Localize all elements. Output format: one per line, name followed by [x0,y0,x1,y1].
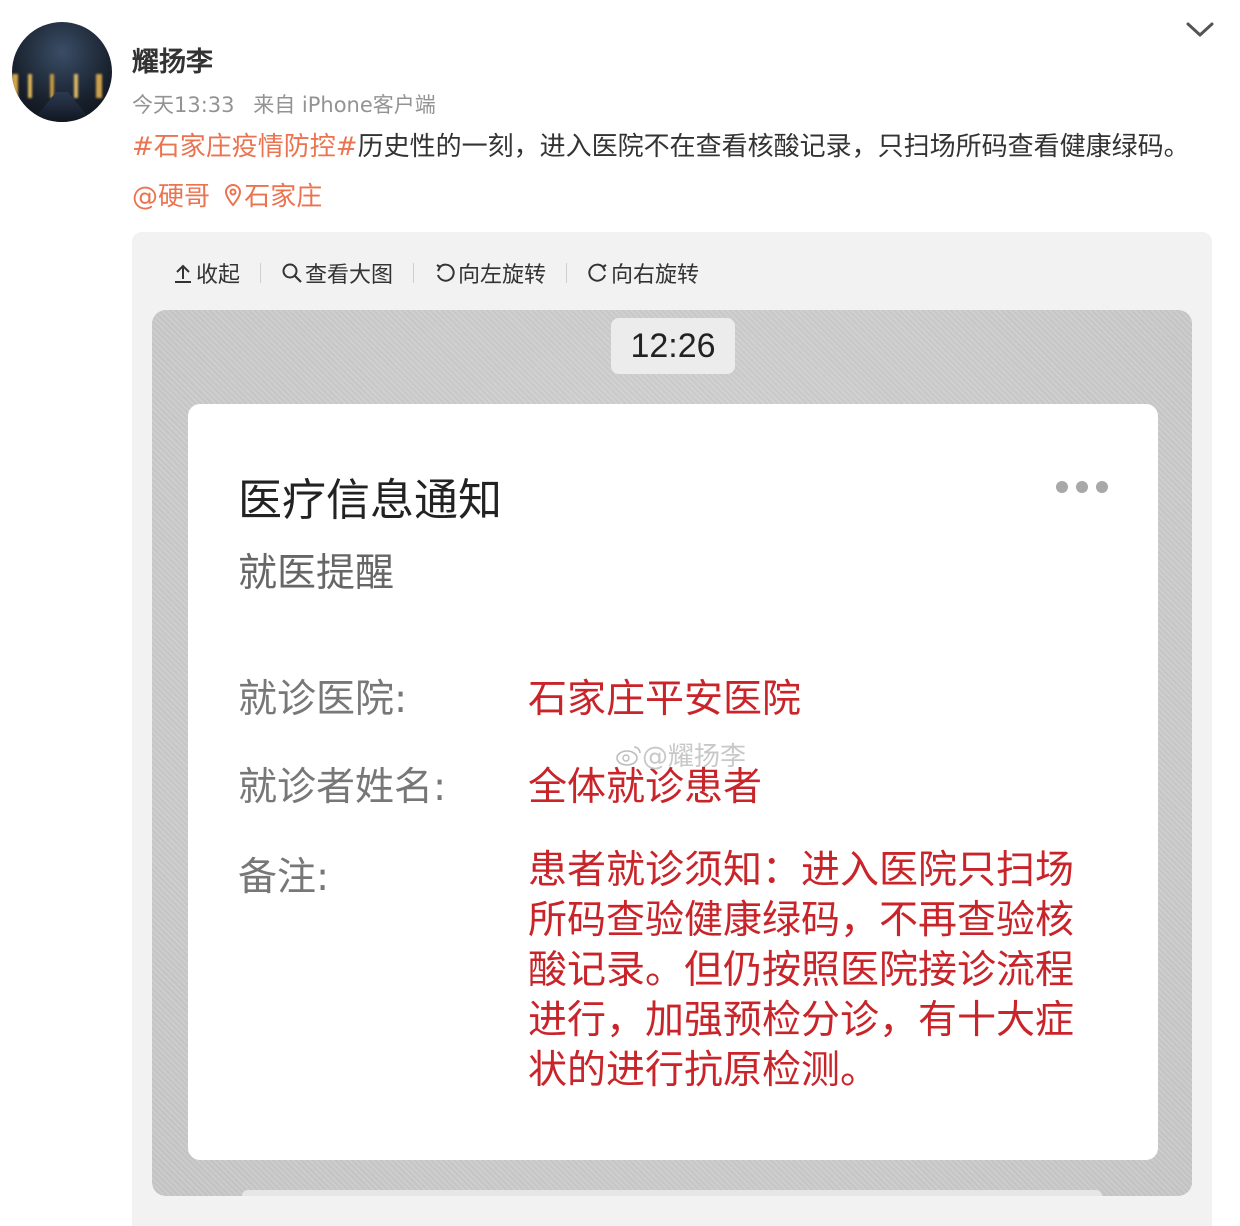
avatar[interactable] [12,22,112,122]
view-large-button[interactable]: 查看大图 [281,257,393,289]
patient-label: 就诊者姓名: [238,765,447,810]
toolbar-divider [260,263,262,283]
location-link[interactable]: 石家庄 [218,182,322,212]
chevron-down-icon[interactable] [1184,16,1216,44]
hospital-label: 就诊医院: [238,677,408,722]
image-watermark: @耀扬李 [616,736,746,773]
post-meta: 今天13:33 来自 iPhone客户端 [132,89,436,119]
mention-link[interactable]: @硬哥 [132,182,210,212]
collapse-button[interactable]: 收起 [172,257,240,289]
rotate-left-label: 向左旋转 [458,263,547,288]
username[interactable]: 耀扬李 [132,40,213,79]
next-message-edge [242,1190,1102,1196]
view-large-label: 查看大图 [305,263,394,288]
more-dots-icon [1056,481,1108,493]
post-source: 来自 iPhone客户端 [253,93,436,117]
search-icon [282,263,302,283]
post-time[interactable]: 今天13:33 [132,93,235,117]
rotate-left-button[interactable]: 向左旋转 [434,257,546,289]
weibo-icon [616,745,641,766]
collapse-up-icon [175,264,191,283]
notice-title: 医疗信息通知 [238,475,502,526]
post-body: 历史性的一刻，进入医院不在查看核酸记录，只扫场所码查看健康绿码。 [357,132,1190,162]
notice-card: 医疗信息通知 就医提醒 就诊医院: 石家庄平安医院 就诊者姓名: 全体就诊患者 … [188,404,1158,1160]
collapse-label: 收起 [196,263,241,288]
media-card: 收起 查看大图 向左旋转 向右旋转 12:26 医疗信息通知 就医提醒 就诊医院… [132,232,1212,1226]
image-toolbar: 收起 查看大图 向左旋转 向右旋转 [172,256,699,290]
watermark-text: @耀扬李 [642,742,747,772]
rotate-right-button[interactable]: 向右旋转 [587,257,699,289]
post-image[interactable]: 12:26 医疗信息通知 就医提醒 就诊医院: 石家庄平安医院 就诊者姓名: 全… [152,310,1192,1196]
rotate-right-icon [588,263,607,282]
hashtag-link[interactable]: #石家庄疫情防控# [132,132,358,162]
chat-timestamp: 12:26 [611,318,735,374]
location-label: 石家庄 [244,182,323,212]
notice-subtitle: 就医提醒 [238,551,395,596]
rotate-right-label: 向右旋转 [611,263,700,288]
post-text: #石家庄疫情防控#历史性的一刻，进入医院不在查看核酸记录，只扫场所码查看健康绿码… [132,122,1212,222]
toolbar-divider [413,263,415,283]
location-pin-icon [225,183,242,207]
remark-label: 备注: [238,855,330,900]
toolbar-divider [566,263,568,283]
hospital-value: 石家庄平安医院 [528,677,802,722]
remark-value: 患者就诊须知：进入医院只扫场所码查验健康绿码，不再查验核酸记录。但仍按照医院接诊… [528,848,1075,1093]
rotate-left-icon [436,263,455,282]
